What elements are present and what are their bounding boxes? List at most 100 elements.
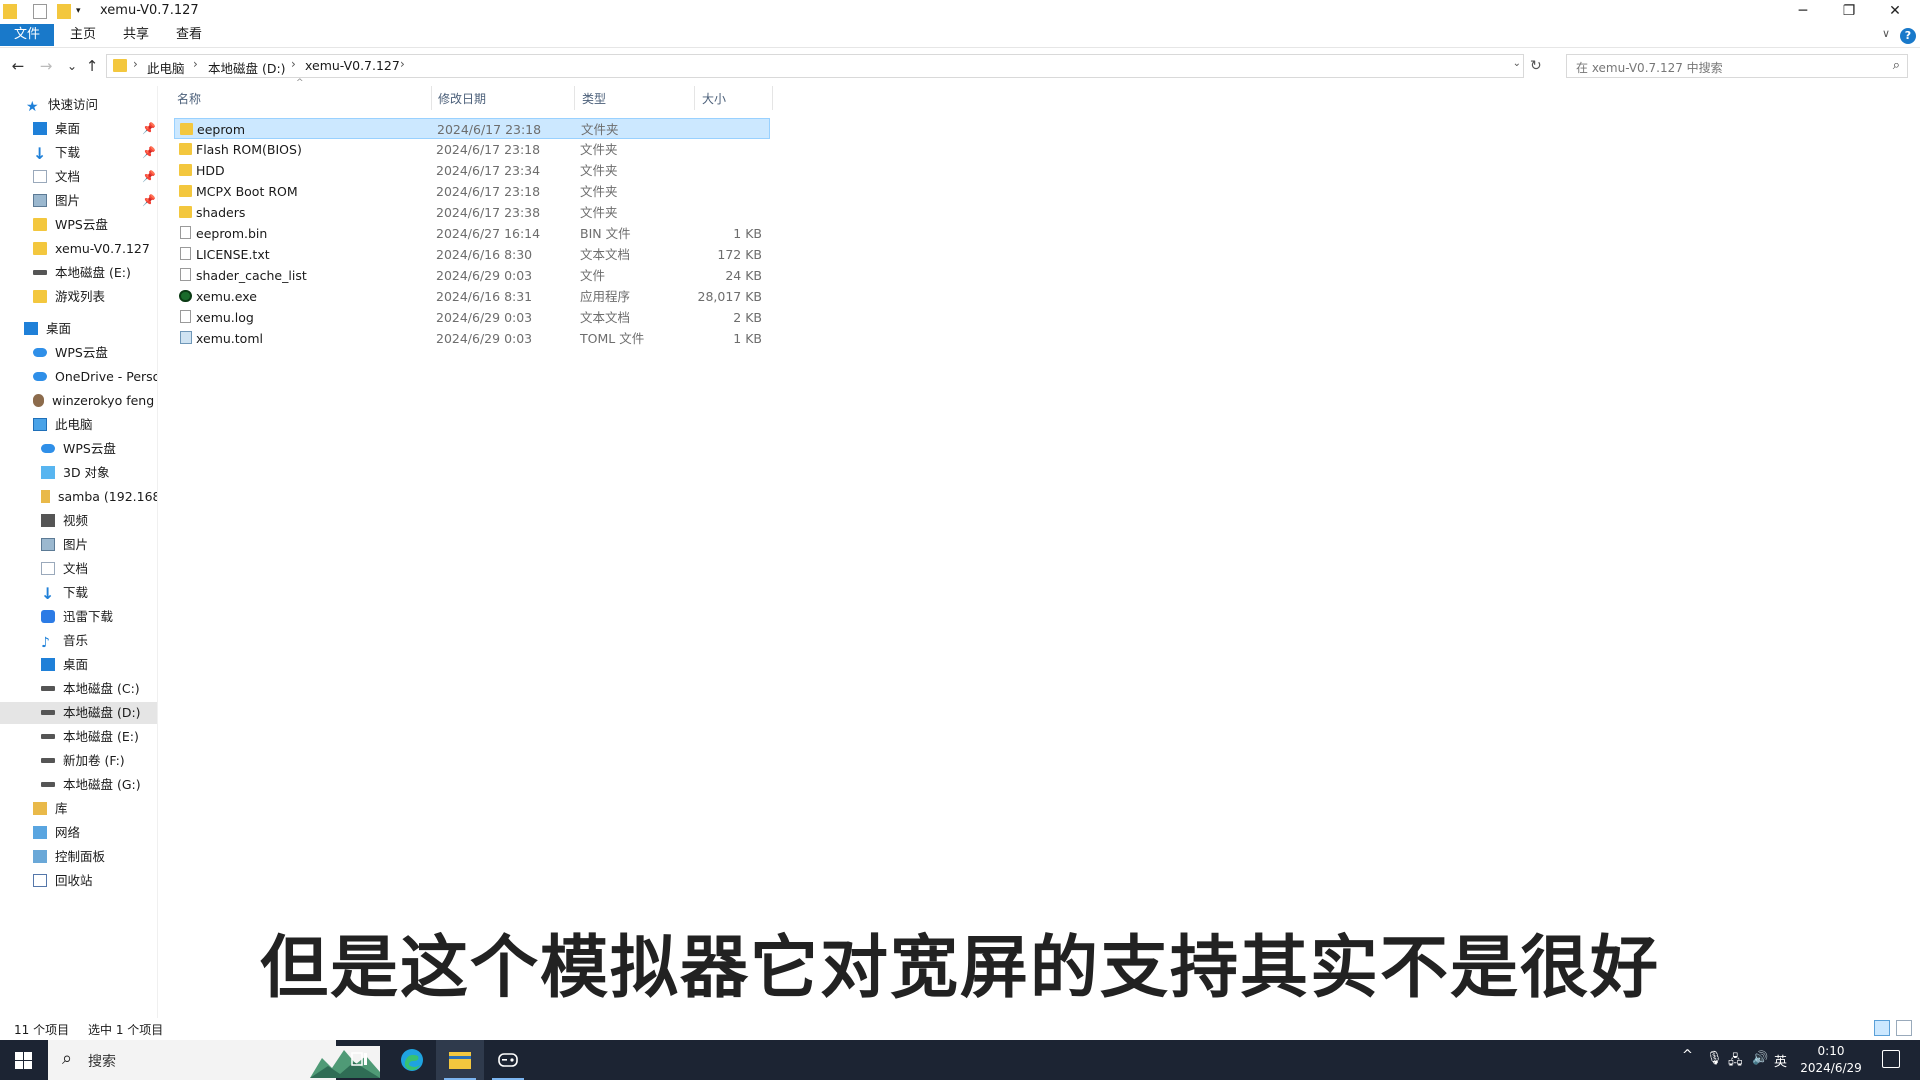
breadcrumb-separator[interactable]: ›	[133, 57, 138, 71]
file-row-flash-rom[interactable]: Flash ROM(BIOS) 2024/6/17 23:18 文件夹	[174, 139, 770, 160]
sidebar-item-game-list[interactable]: 游戏列表	[0, 286, 158, 308]
system-clock[interactable]: 0:10 2024/6/29	[1796, 1043, 1866, 1077]
show-hidden-icons-button[interactable]: ^	[1682, 1048, 1693, 1063]
sidebar-item-this-pc[interactable]: 此电脑	[0, 414, 158, 436]
sidebar-item-drive-d[interactable]: 本地磁盘 (D:)	[0, 702, 158, 724]
sidebar-item-downloads[interactable]: ↓ 下载 📌	[0, 142, 158, 164]
breadcrumb-this-pc[interactable]: 此电脑	[147, 58, 185, 77]
sidebar-item-music[interactable]: ♪ 音乐	[0, 630, 158, 652]
close-button[interactable]: ✕	[1872, 0, 1918, 24]
sidebar-item-drive-e[interactable]: 本地磁盘 (E:)	[0, 726, 158, 748]
pin-icon[interactable]: 📌	[142, 190, 156, 212]
new-folder-icon[interactable]	[57, 4, 71, 19]
column-header-size[interactable]: 大小	[702, 90, 726, 107]
xemu-app-button[interactable]	[484, 1040, 532, 1080]
file-explorer-button[interactable]	[436, 1040, 484, 1080]
sidebar-item-desktop[interactable]: 桌面 📌	[0, 118, 158, 140]
sidebar-item-3d-objects[interactable]: 3D 对象	[0, 462, 158, 484]
sidebar-item-desktop-root[interactable]: 桌面	[0, 318, 158, 340]
sidebar-item-wps-cloud-folder[interactable]: WPS云盘	[0, 214, 158, 236]
breadcrumb-separator[interactable]: ›	[193, 57, 198, 71]
pin-icon[interactable]: 📌	[142, 142, 156, 164]
input-method-indicator[interactable]: 英	[1774, 1051, 1787, 1070]
microphone-icon[interactable]: 🎙	[1706, 1051, 1723, 1066]
pin-icon[interactable]: 📌	[142, 166, 156, 188]
sidebar-item-xunlei[interactable]: 迅雷下载	[0, 606, 158, 628]
sidebar-item-network[interactable]: 网络	[0, 822, 158, 844]
file-row-xemu-log[interactable]: xemu.log 2024/6/29 0:03 文本文档 2 KB	[174, 307, 770, 328]
sidebar-item-pictures[interactable]: 图片 📌	[0, 190, 158, 212]
column-divider[interactable]	[431, 86, 432, 110]
sidebar-item-documents[interactable]: 文档 📌	[0, 166, 158, 188]
column-divider[interactable]	[694, 86, 695, 110]
sidebar-item-samba[interactable]: samba (192.168.	[0, 486, 158, 508]
sidebar-item-drive-f[interactable]: 新加卷 (F:)	[0, 750, 158, 772]
sidebar-item-wps-cloud[interactable]: WPS云盘	[0, 342, 158, 364]
address-dropdown-icon[interactable]: ⌄	[1513, 58, 1521, 69]
sidebar-item-videos[interactable]: 视频	[0, 510, 158, 532]
volume-icon[interactable]: 🔊	[1752, 1051, 1768, 1066]
start-button[interactable]	[0, 1040, 48, 1080]
expand-ribbon-icon[interactable]: ∨	[1882, 27, 1890, 40]
sidebar-item-downloads-pc[interactable]: ↓ 下载	[0, 582, 158, 604]
sidebar-item-control-panel[interactable]: 控制面板	[0, 846, 158, 868]
breadcrumb-drive-d[interactable]: 本地磁盘 (D:)	[208, 58, 286, 77]
task-view-button[interactable]	[336, 1040, 384, 1080]
tab-home[interactable]: 主页	[56, 24, 110, 46]
file-row-license[interactable]: LICENSE.txt 2024/6/16 8:30 文本文档 172 KB	[174, 244, 770, 265]
sidebar-item-quick-access[interactable]: ★ 快速访问	[0, 94, 158, 116]
sidebar-item-recycle-bin[interactable]: 回收站	[0, 870, 158, 892]
file-row-mcpx-boot-rom[interactable]: MCPX Boot ROM 2024/6/17 23:18 文件夹	[174, 181, 770, 202]
sidebar-item-user[interactable]: winzerokyo feng	[0, 390, 158, 412]
pane-divider[interactable]	[157, 86, 158, 1018]
properties-icon[interactable]	[33, 4, 47, 19]
breadcrumb-separator[interactable]: ›	[291, 57, 296, 71]
column-header-type[interactable]: 类型	[582, 90, 606, 107]
sidebar-item-libraries[interactable]: 库	[0, 798, 158, 820]
file-row-shaders[interactable]: shaders 2024/6/17 23:38 文件夹	[174, 202, 770, 223]
sidebar-item-pictures-pc[interactable]: 图片	[0, 534, 158, 556]
tab-view[interactable]: 查看	[162, 24, 216, 46]
file-row-eeprom[interactable]: eeprom 2024/6/17 23:18 文件夹	[174, 118, 770, 139]
large-icons-view-icon[interactable]	[1896, 1020, 1912, 1036]
sidebar-item-drive-e-quick[interactable]: 本地磁盘 (E:)	[0, 262, 158, 284]
tab-share[interactable]: 共享	[109, 24, 163, 46]
minimize-button[interactable]: ─	[1780, 0, 1826, 24]
sidebar-item-documents-pc[interactable]: 文档	[0, 558, 158, 580]
edge-browser-button[interactable]	[388, 1040, 436, 1080]
recent-locations-button[interactable]: ⌄	[62, 56, 82, 76]
address-bar[interactable]: › 此电脑 › 本地磁盘 (D:) › xemu-V0.7.127 › ⌄	[106, 54, 1524, 78]
file-row-shader-cache-list[interactable]: shader_cache_list 2024/6/29 0:03 文件 24 K…	[174, 265, 770, 286]
up-button[interactable]: ↑	[82, 56, 102, 76]
column-header-date[interactable]: 修改日期	[438, 90, 486, 107]
sidebar-item-desktop-pc[interactable]: 桌面	[0, 654, 158, 676]
forward-button[interactable]: →	[36, 56, 56, 76]
file-row-eeprom-bin[interactable]: eeprom.bin 2024/6/27 16:14 BIN 文件 1 KB	[174, 223, 770, 244]
sidebar-item-xemu-folder[interactable]: xemu-V0.7.127	[0, 238, 158, 260]
notification-center-icon[interactable]	[1882, 1050, 1900, 1068]
breadcrumb-separator[interactable]: ›	[400, 57, 405, 71]
column-header-name[interactable]: 名称	[177, 90, 201, 107]
sidebar-item-drive-g[interactable]: 本地磁盘 (G:)	[0, 774, 158, 796]
taskbar-search-box[interactable]: ⌕ 搜索	[48, 1040, 380, 1080]
network-icon[interactable]: 🖧	[1728, 1051, 1743, 1073]
file-row-xemu-exe[interactable]: xemu.exe 2024/6/16 8:31 应用程序 28,017 KB	[174, 286, 770, 307]
refresh-button[interactable]: ↻	[1530, 58, 1542, 74]
help-icon[interactable]: ?	[1900, 28, 1916, 44]
sidebar-item-label: 本地磁盘 (D:)	[63, 705, 141, 720]
sidebar-item-wps-cloud-pc[interactable]: WPS云盘	[0, 438, 158, 460]
column-divider[interactable]	[772, 86, 773, 110]
customize-quick-access-icon[interactable]: ▾	[76, 6, 90, 21]
file-row-hdd[interactable]: HDD 2024/6/17 23:34 文件夹	[174, 160, 770, 181]
breadcrumb-current-folder[interactable]: xemu-V0.7.127	[305, 58, 400, 73]
file-row-xemu-toml[interactable]: xemu.toml 2024/6/29 0:03 TOML 文件 1 KB	[174, 328, 770, 349]
back-button[interactable]: ←	[8, 56, 28, 76]
sidebar-item-drive-c[interactable]: 本地磁盘 (C:)	[0, 678, 158, 700]
search-input[interactable]: 在 xemu-V0.7.127 中搜索 ⌕	[1566, 54, 1908, 78]
pin-icon[interactable]: 📌	[142, 118, 156, 140]
details-view-icon[interactable]	[1874, 1020, 1890, 1036]
sidebar-item-onedrive[interactable]: OneDrive - Personal	[0, 366, 158, 388]
restore-button[interactable]: ❐	[1826, 0, 1872, 24]
column-divider[interactable]	[574, 86, 575, 110]
tab-file[interactable]: 文件	[0, 24, 55, 46]
